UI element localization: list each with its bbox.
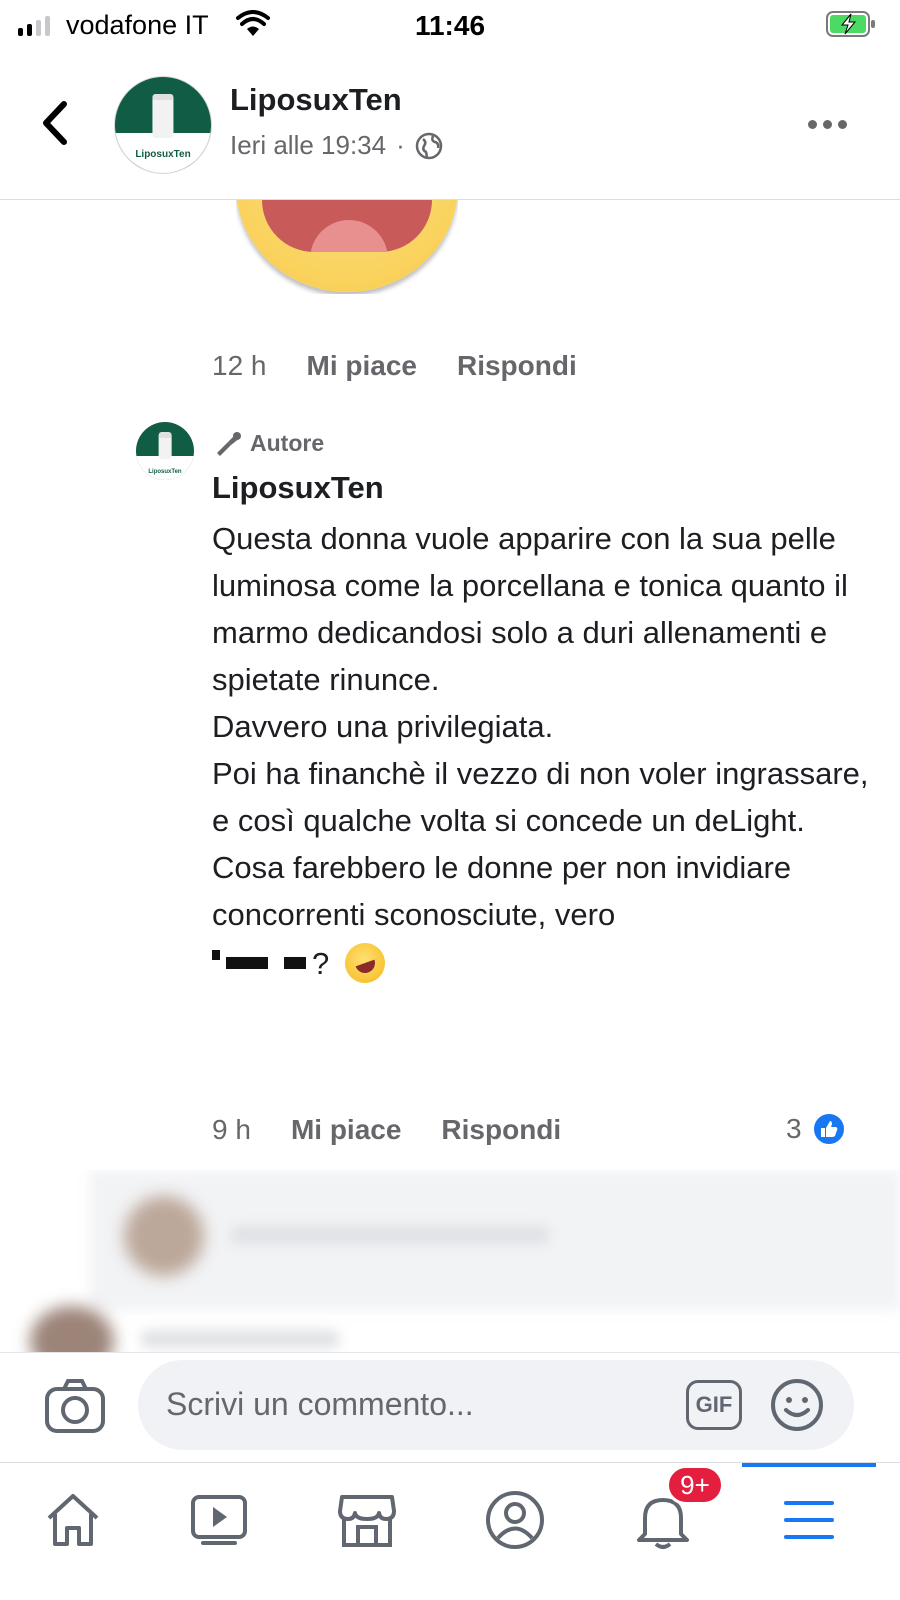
comment-line: Davvero una privilegiata. — [212, 709, 554, 744]
product-bottle-icon — [158, 432, 172, 460]
tab-video[interactable] — [184, 1485, 254, 1555]
post-timestamp[interactable]: Ieri alle 19:34 — [230, 130, 386, 161]
comment-body: Questa donna vuole apparire con la sua p… — [212, 515, 872, 989]
comment-composer: Scrivi un commento... GIF — [0, 1352, 900, 1462]
comment-input[interactable]: Scrivi un commento... GIF — [138, 1360, 854, 1450]
home-icon — [47, 1494, 99, 1546]
comment-author[interactable]: LiposuxTen — [212, 470, 384, 506]
blurred-comments — [0, 1170, 900, 1354]
like-button[interactable]: Mi piace — [307, 350, 417, 382]
more-options-icon[interactable] — [808, 120, 847, 129]
redacted-mention: ? — [212, 937, 872, 989]
globe-icon — [415, 132, 443, 159]
tab-menu[interactable] — [774, 1485, 844, 1555]
comment-input-placeholder: Scrivi un commento... — [166, 1386, 474, 1422]
comment-line: Cosa farebbero le donne per non invidiar… — [212, 850, 792, 932]
like-button[interactable]: Mi piace — [291, 1114, 401, 1146]
reply-button[interactable]: Rispondi — [441, 1114, 561, 1146]
post-meta: Ieri alle 19:34 · — [230, 130, 443, 161]
profile-icon — [486, 1491, 544, 1549]
product-bottle-icon — [152, 94, 174, 139]
previous-comment-actions: 12 h Mi piace Rispondi — [212, 350, 577, 382]
comment-line: Questa donna vuole apparire con la sua p… — [212, 521, 848, 697]
like-icon — [811, 1112, 846, 1146]
bottom-tab-bar: 9+ — [0, 1462, 900, 1600]
avatar-logo-text: LiposuxTen — [135, 148, 191, 160]
comment-time: 9 h — [212, 1114, 251, 1145]
comment-actions: 9 h Mi piace Rispondi — [212, 1114, 561, 1146]
camera-icon[interactable] — [44, 1377, 106, 1435]
marketplace-icon — [338, 1495, 396, 1547]
video-icon — [191, 1495, 247, 1545]
author-badge-label: Autore — [250, 430, 325, 456]
gif-button[interactable]: GIF — [686, 1380, 742, 1430]
comment-time: 12 h — [212, 350, 267, 381]
active-tab-indicator — [742, 1463, 876, 1467]
tab-home[interactable] — [38, 1485, 108, 1555]
rolling-laughing-emoji-icon — [339, 937, 391, 989]
reaction-summary[interactable]: 3 — [786, 1112, 846, 1146]
notification-badge: 9+ — [666, 1465, 724, 1505]
clock: 11:46 — [414, 10, 486, 41]
post-header: LiposuxTen LiposuxTen Ieri alle 19:34 · — [0, 60, 900, 200]
reaction-count: 3 — [786, 1113, 802, 1144]
meta-separator: · — [396, 130, 405, 160]
megaphone-icon — [217, 431, 241, 456]
page-name[interactable]: LiposuxTen — [230, 82, 402, 118]
tab-marketplace[interactable] — [332, 1485, 402, 1555]
comment-tail-text: ? — [312, 945, 330, 981]
battery-charging-icon — [826, 11, 875, 37]
commenter-avatar[interactable]: LiposuxTen — [136, 422, 194, 480]
status-bar: vodafone IT 11:46 — [0, 0, 900, 50]
reply-button[interactable]: Rispondi — [457, 350, 577, 382]
back-arrow-icon[interactable] — [36, 98, 76, 148]
menu-icon — [784, 1501, 834, 1539]
page-avatar[interactable]: LiposuxTen — [114, 76, 212, 174]
comment-line: Poi ha financhè il vezzo di non voler in… — [212, 756, 869, 838]
author-badge: Autore — [214, 430, 324, 457]
tab-profile[interactable] — [480, 1485, 550, 1555]
laughing-emoji-sticker — [236, 200, 458, 294]
sticker-smiley-icon[interactable] — [770, 1378, 824, 1432]
avatar-logo-text: LiposuxTen — [148, 469, 182, 476]
